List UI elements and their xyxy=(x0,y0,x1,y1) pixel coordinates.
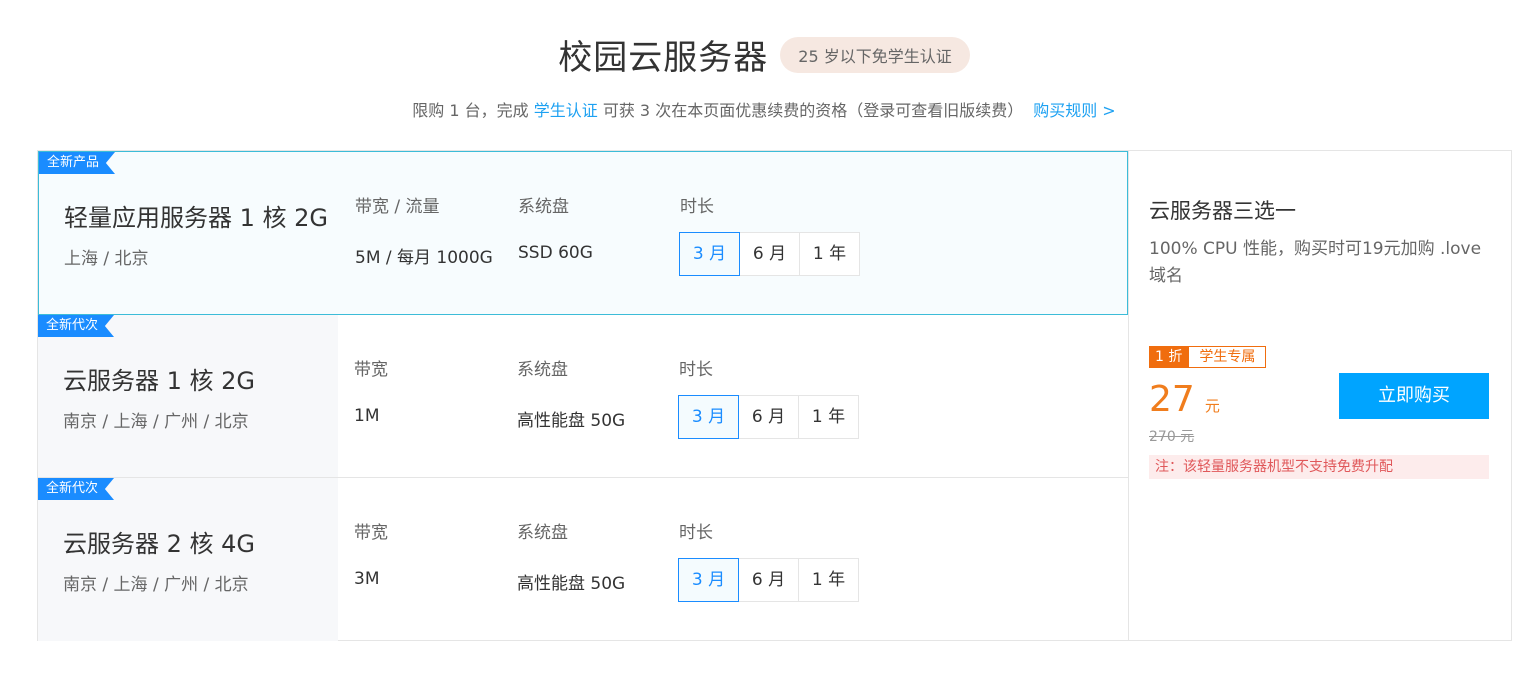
duration-label: 时长 xyxy=(680,197,714,217)
duration-option-3m[interactable]: 3 月 xyxy=(678,558,739,602)
bandwidth-value: 5M / 每月 1000G xyxy=(355,248,493,268)
plan-name: 云服务器 1 核 2G xyxy=(63,367,256,395)
price-value: 27 xyxy=(1149,379,1195,420)
duration-option-6m[interactable]: 6 月 xyxy=(738,558,799,602)
plan-tag: 全新代次 xyxy=(38,478,115,500)
duration-label: 时长 xyxy=(679,523,713,543)
plan-region: 上海 / 北京 xyxy=(64,249,149,269)
disk-label: 系统盘 xyxy=(517,523,568,543)
age-badge: 25 岁以下免学生认证 xyxy=(780,36,970,73)
buy-now-button[interactable]: 立即购买 xyxy=(1339,373,1489,419)
title-row: 校园云服务器 25 岁以下免学生认证 xyxy=(0,30,1528,79)
student-badge: 学生专属 xyxy=(1188,346,1267,368)
disk-label: 系统盘 xyxy=(517,360,568,380)
duration-option-1y[interactable]: 1 年 xyxy=(798,395,859,439)
offer-panel: 全新产品 轻量应用服务器 1 核 2G 上海 / 北京 带宽 / 流量 5M /… xyxy=(37,150,1512,641)
price: 27 元 xyxy=(1149,379,1220,420)
discount-badge: 1 折 xyxy=(1149,346,1189,368)
page-title: 校园云服务器 xyxy=(558,38,769,78)
bandwidth-value: 1M xyxy=(354,406,380,426)
plan-name: 轻量应用服务器 1 核 2G xyxy=(64,204,329,232)
bandwidth-value: 3M xyxy=(354,569,380,589)
page-header: 校园云服务器 25 岁以下免学生认证 限购 1 台，完成 学生认证 可获 3 次… xyxy=(0,30,1528,121)
plan-card[interactable]: 全新代次 云服务器 2 核 4G 南京 / 上海 / 广州 / 北京 带宽 3M… xyxy=(38,478,1128,641)
disk-label: 系统盘 xyxy=(518,197,569,217)
duration-option-3m[interactable]: 3 月 xyxy=(679,232,740,276)
plan-card[interactable]: 全新代次 云服务器 1 核 2G 南京 / 上海 / 广州 / 北京 带宽 1M… xyxy=(38,315,1128,478)
plan-region: 南京 / 上海 / 广州 / 北京 xyxy=(63,412,249,432)
duration-selector: 3 月 6 月 1 年 xyxy=(678,558,859,602)
plan-tag: 全新产品 xyxy=(39,152,116,174)
plan-info: 全新代次 云服务器 1 核 2G 南京 / 上海 / 广州 / 北京 xyxy=(38,315,338,477)
bandwidth-label: 带宽 / 流量 xyxy=(355,197,440,217)
plan-info: 全新代次 云服务器 2 核 4G 南京 / 上海 / 广州 / 北京 xyxy=(38,478,338,641)
duration-selector: 3 月 6 月 1 年 xyxy=(679,232,860,276)
offer-title: 云服务器三选一 xyxy=(1149,199,1296,223)
plan-card[interactable]: 全新产品 轻量应用服务器 1 核 2G 上海 / 北京 带宽 / 流量 5M /… xyxy=(38,151,1128,315)
subtitle: 限购 1 台，完成 学生认证 可获 3 次在本页面优惠续费的资格（登录可查看旧版… xyxy=(0,97,1528,121)
purchase-panel: 云服务器三选一 100% CPU 性能，购买时可19元加购 .love 域名 1… xyxy=(1128,151,1512,640)
discount-badges: 1 折 学生专属 xyxy=(1149,346,1267,368)
purchase-rules-link[interactable]: 购买规则 > xyxy=(1033,101,1116,120)
bandwidth-label: 带宽 xyxy=(354,523,388,543)
subtitle-text-post: 可获 3 次在本页面优惠续费的资格（登录可查看旧版续费） xyxy=(597,101,1024,120)
offer-description: 100% CPU 性能，购买时可19元加购 .love 域名 xyxy=(1149,239,1482,286)
duration-selector: 3 月 6 月 1 年 xyxy=(678,395,859,439)
duration-option-1y[interactable]: 1 年 xyxy=(798,558,859,602)
duration-option-3m[interactable]: 3 月 xyxy=(678,395,739,439)
duration-option-6m[interactable]: 6 月 xyxy=(738,395,799,439)
disk-value: 高性能盘 50G xyxy=(517,574,626,594)
upgrade-note: 注：该轻量服务器机型不支持免费升配 xyxy=(1149,455,1489,479)
original-price: 270 元 xyxy=(1149,429,1195,445)
plan-tag: 全新代次 xyxy=(38,315,115,337)
student-auth-link[interactable]: 学生认证 xyxy=(534,101,598,120)
duration-label: 时长 xyxy=(679,360,713,380)
bandwidth-label: 带宽 xyxy=(354,360,388,380)
plan-list: 全新产品 轻量应用服务器 1 核 2G 上海 / 北京 带宽 / 流量 5M /… xyxy=(38,151,1128,641)
disk-value: SSD 60G xyxy=(518,243,593,263)
duration-option-1y[interactable]: 1 年 xyxy=(799,232,860,276)
duration-option-6m[interactable]: 6 月 xyxy=(739,232,800,276)
subtitle-text-pre: 限购 1 台，完成 xyxy=(412,101,534,120)
plan-name: 云服务器 2 核 4G xyxy=(63,530,256,558)
price-unit: 元 xyxy=(1204,397,1220,415)
disk-value: 高性能盘 50G xyxy=(517,411,626,431)
plan-info: 全新产品 轻量应用服务器 1 核 2G 上海 / 北京 xyxy=(39,152,339,314)
plan-region: 南京 / 上海 / 广州 / 北京 xyxy=(63,575,249,595)
